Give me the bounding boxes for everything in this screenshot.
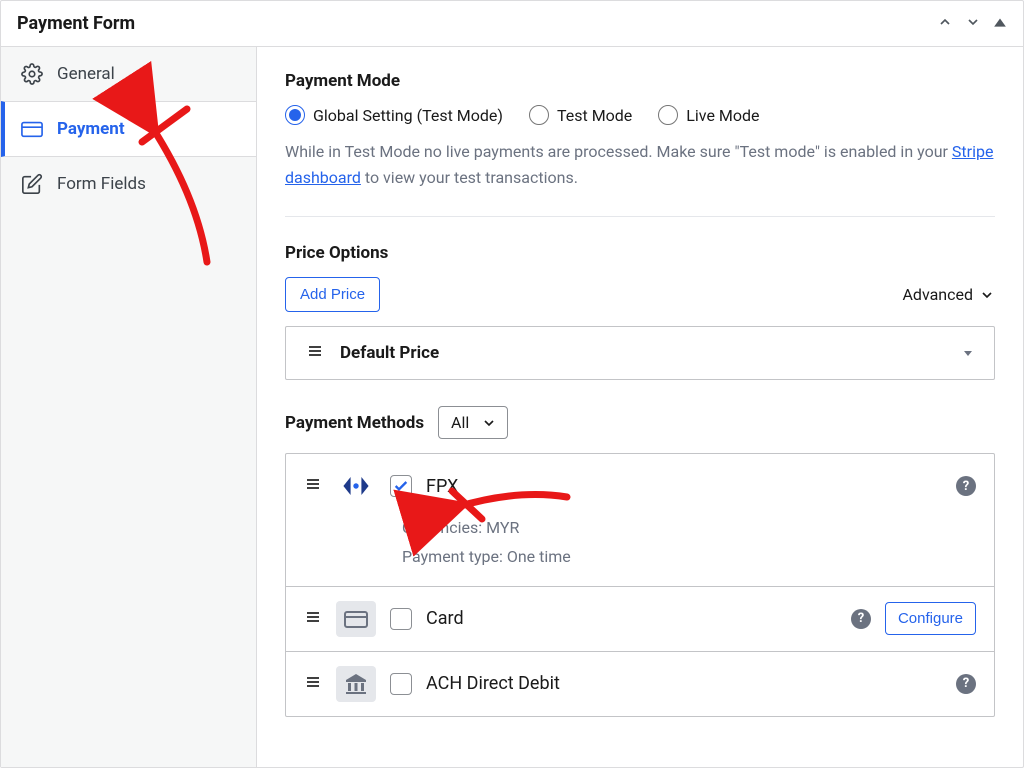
gear-icon bbox=[21, 63, 43, 85]
radio-global[interactable]: Global Setting (Test Mode) bbox=[285, 105, 503, 125]
fpx-checkbox[interactable] bbox=[390, 475, 412, 497]
advanced-toggle[interactable]: Advanced bbox=[902, 285, 995, 304]
radio-input[interactable] bbox=[658, 105, 678, 125]
collapse-icon[interactable] bbox=[993, 14, 1007, 33]
pm-label: Card bbox=[426, 608, 464, 629]
chevron-down-icon bbox=[481, 415, 497, 431]
card-checkbox[interactable] bbox=[390, 608, 412, 630]
price-options-section: Price Options Add Price Advanced Default… bbox=[285, 243, 995, 380]
payment-methods-list: FPX ? Currencies: MYR Payment type: One … bbox=[285, 453, 995, 717]
sidebar: General Payment Form Fields bbox=[1, 47, 257, 767]
radio-live[interactable]: Live Mode bbox=[658, 105, 759, 125]
bank-icon bbox=[336, 666, 376, 702]
move-up-icon[interactable] bbox=[937, 14, 953, 34]
card-icon bbox=[336, 601, 376, 637]
chevron-down-icon bbox=[979, 287, 995, 303]
credit-card-icon bbox=[21, 118, 43, 140]
divider bbox=[285, 216, 995, 217]
section-title: Price Options bbox=[285, 243, 995, 263]
sidebar-item-label: Form Fields bbox=[57, 174, 146, 194]
panel-title: Payment Form bbox=[17, 13, 135, 34]
panel-header: Payment Form bbox=[1, 1, 1023, 47]
move-down-icon[interactable] bbox=[965, 14, 981, 34]
sidebar-item-general[interactable]: General bbox=[1, 47, 256, 101]
radio-input[interactable] bbox=[285, 105, 305, 125]
radio-row: Global Setting (Test Mode) Test Mode Liv… bbox=[285, 105, 995, 125]
sidebar-item-form-fields[interactable]: Form Fields bbox=[1, 157, 256, 211]
payment-mode-section: Payment Mode Global Setting (Test Mode) … bbox=[285, 71, 995, 190]
pm-item-card: Card ? Configure bbox=[286, 587, 994, 652]
pm-label: FPX bbox=[426, 476, 458, 497]
pm-item-ach: ACH Direct Debit ? bbox=[286, 652, 994, 716]
sidebar-item-payment[interactable]: Payment bbox=[1, 101, 256, 157]
help-icon[interactable]: ? bbox=[851, 609, 871, 629]
default-price-title: Default Price bbox=[340, 343, 439, 363]
help-icon[interactable]: ? bbox=[956, 674, 976, 694]
pm-item-fpx: FPX ? Currencies: MYR Payment type: One … bbox=[286, 454, 994, 587]
main-content: Payment Mode Global Setting (Test Mode) … bbox=[257, 47, 1023, 767]
drag-handle-icon[interactable] bbox=[304, 674, 322, 694]
radio-test[interactable]: Test Mode bbox=[529, 105, 632, 125]
sidebar-item-label: General bbox=[57, 64, 115, 84]
section-title: Payment Mode bbox=[285, 71, 995, 91]
drag-handle-icon[interactable] bbox=[304, 609, 322, 629]
help-text: While in Test Mode no live payments are … bbox=[285, 139, 995, 190]
payment-methods-section: Payment Methods All FPX bbox=[285, 406, 995, 717]
configure-button[interactable]: Configure bbox=[885, 602, 976, 635]
help-icon[interactable]: ? bbox=[956, 476, 976, 496]
fpx-icon bbox=[336, 468, 376, 504]
edit-icon bbox=[21, 173, 43, 195]
caret-down-icon[interactable] bbox=[962, 344, 974, 363]
ach-checkbox[interactable] bbox=[390, 673, 412, 695]
filter-select[interactable]: All bbox=[438, 406, 508, 439]
drag-handle-icon[interactable] bbox=[304, 476, 322, 496]
add-price-button[interactable]: Add Price bbox=[285, 277, 380, 312]
sidebar-item-label: Payment bbox=[57, 119, 125, 139]
pm-label: ACH Direct Debit bbox=[426, 673, 560, 694]
drag-handle-icon[interactable] bbox=[306, 343, 324, 363]
radio-input[interactable] bbox=[529, 105, 549, 125]
section-title: Payment Methods bbox=[285, 413, 424, 433]
default-price-card: Default Price bbox=[285, 326, 995, 380]
pm-meta: Currencies: MYR Payment type: One time bbox=[402, 514, 976, 572]
